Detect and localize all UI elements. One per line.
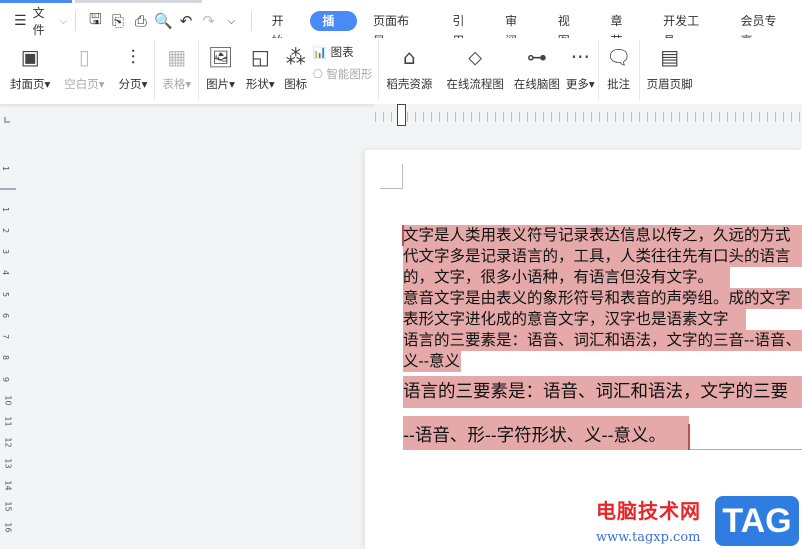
print-icon[interactable]: ⎙ [129, 9, 152, 33]
document-page[interactable]: 文字是人类用表义符号记录表达信息以传之，久远的方式 代文字多是记录语言的，工具，… [365, 150, 802, 549]
icons-icon: ⁂ [285, 45, 306, 69]
picture-button[interactable]: 🖼 图片▾ [206, 38, 235, 92]
comment-add-icon: 🗨 [605, 45, 632, 69]
tab-review[interactable]: 审阅 [493, 11, 540, 48]
header-footer-button[interactable]: ▤ 页眉页脚 [647, 38, 693, 92]
undo-icon[interactable]: ↶ [175, 9, 198, 33]
text-line[interactable]: 义--意义 [403, 351, 461, 372]
cover-page-icon: ▣ [20, 45, 40, 69]
smartart-icon: ⎔ [312, 67, 323, 81]
store-icon: ⌂ [403, 45, 416, 69]
tab-developer[interactable]: 开发工具 [651, 11, 720, 48]
more-icon: ··· [570, 45, 590, 69]
page-break-button[interactable]: ⫶ 分页▾ [119, 38, 148, 92]
ruler-corner [4, 117, 10, 123]
export-pdf-icon[interactable]: ⎘ [107, 9, 130, 33]
blank-page-button[interactable]: ▯ 空白页▾ [64, 38, 104, 92]
tab-page-layout[interactable]: 页面布局 [361, 11, 430, 48]
print-preview-icon[interactable]: 🔍 [152, 9, 175, 33]
file-menu[interactable]: ☰ 文件 ⌵ [14, 4, 67, 38]
text-line-large[interactable]: 语言的三要素是：语音、词汇和语法，文字的三要 [403, 376, 802, 408]
tab-insert[interactable]: 插入 [310, 11, 358, 48]
flowchart-button[interactable]: ⬦ 在线流程图 [446, 38, 504, 92]
chart-icon: 📊 [312, 45, 328, 59]
text-line[interactable]: 代文字多是记录语言的，工具，人类往往先有口头的语言 [403, 246, 802, 267]
text-cursor [402, 225, 404, 246]
cover-page-button[interactable]: ▣ 封面页▾ [10, 38, 50, 92]
text-line[interactable]: 的，文字，很多小语种，有语言但没有文字。 [403, 267, 730, 288]
margin-corner-mark [380, 164, 403, 189]
table-icon: ▦ [167, 45, 187, 69]
text-cursor [688, 424, 690, 450]
menu-bar: ☰ 文件 ⌵ 🖫 ⎘ ⎙ 🔍 ↶ ↷ ⌵ 开始 插入 页面布局 引用 审阅 视图… [0, 4, 802, 48]
tag-logo: TAG [715, 496, 799, 546]
text-line-large[interactable]: --语音、形--字符形状、义--意义。 [403, 416, 689, 450]
tab-view[interactable]: 视图 [546, 11, 593, 48]
text-line[interactable]: 语言的三要素是：语音、词汇和语法，文字的三音--语音、 [403, 330, 802, 351]
page-break-icon: ⫶ [130, 45, 136, 69]
chevron-down-icon: ⌵ [59, 15, 68, 27]
shape-button[interactable]: ◱ 形状▾ [246, 38, 275, 92]
chart-button[interactable]: 📊 图表 [313, 44, 373, 60]
mindmap-icon: ⊶ [526, 45, 547, 69]
more-button[interactable]: ··· 更多▾ [566, 38, 595, 92]
table-button[interactable]: ▦ 表格▾ [162, 38, 191, 92]
picture-icon: 🖼 [207, 45, 234, 69]
text-line[interactable]: 意音文字是由表义的象形符号和表音的声旁组。成的文字 [403, 288, 802, 309]
blank-page-icon: ▯ [78, 45, 90, 69]
tab-references[interactable]: 引用 [440, 11, 487, 48]
tab-home[interactable]: 开始 [260, 11, 307, 48]
header-footer-icon: ▤ [660, 45, 680, 69]
mindmap-button[interactable]: ⊶ 在线脑图 [514, 38, 560, 92]
horizontal-ruler[interactable] [375, 104, 802, 126]
flowchart-icon: ⬦ [468, 45, 483, 69]
text-line[interactable]: 表形文字进化成的意音文字，汉字也是语素文字 [403, 309, 746, 330]
tab-member[interactable]: 会员专享 [729, 11, 798, 48]
tab-chapter[interactable]: 章节 [598, 11, 645, 48]
text-line[interactable]: 文字是人类用表义符号记录表达信息以传之，久远的方式 [403, 225, 802, 246]
customize-dropdown-icon[interactable]: ⌵ [220, 9, 243, 33]
indent-marker[interactable] [397, 104, 406, 126]
redo-icon[interactable]: ↷ [197, 9, 220, 33]
hamburger-icon: ☰ [14, 13, 27, 29]
shape-icon: ◱ [250, 45, 270, 69]
vertical-ruler[interactable]: 1 1 2 3 4 5 6 7 8 9 10 11 12 13 14 15 16 [0, 150, 16, 549]
icon-button[interactable]: ⁂ 图标 [283, 38, 309, 92]
ribbon-insert: ▣ 封面页▾ ▯ 空白页▾ ⫶ 分页▾ ▦ 表格▾ 🖼 图片▾ ◱ 形状▾ ⁂ 图标 📊 图表… [0, 38, 802, 104]
smartart-button[interactable]: ⎔ 智能图形 [313, 66, 373, 82]
save-icon[interactable]: 🖫 [84, 9, 107, 33]
resources-button[interactable]: ⌂ 稻壳资源 [386, 38, 432, 92]
comment-button[interactable]: 🗨 批注 [606, 38, 632, 92]
watermark: 电脑技术网 www.tagxp.com [596, 499, 701, 545]
